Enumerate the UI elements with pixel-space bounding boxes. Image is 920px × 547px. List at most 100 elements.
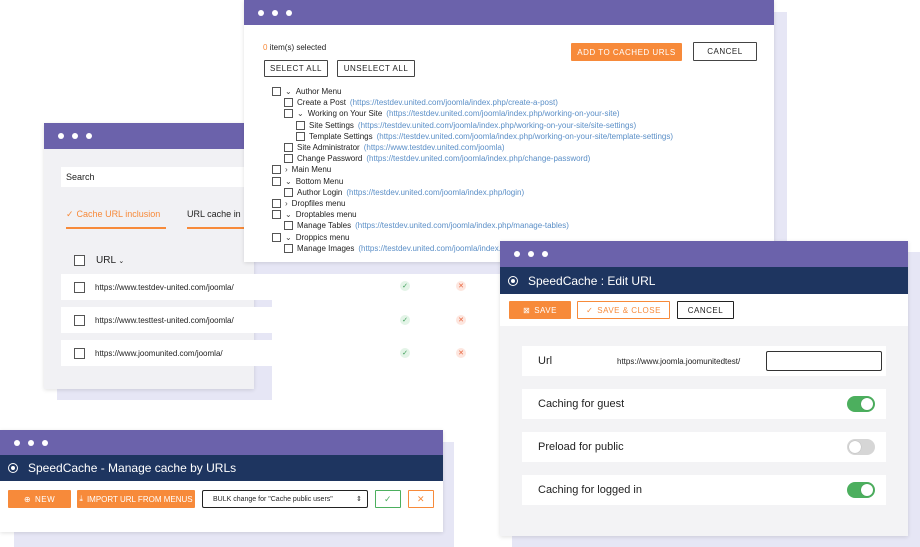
chevron-down-icon[interactable]: ⌄ — [297, 109, 304, 118]
close-icon[interactable]: ✕ — [456, 315, 466, 325]
table-row: https://www.testtest-united.com/joomla/ — [61, 307, 254, 333]
speedcache-logo-icon — [508, 275, 518, 286]
row-checkbox[interactable] — [74, 347, 85, 359]
menu-selection-window: 0 item(s) selected ADD TO CACHED URLS CA… — [244, 0, 774, 262]
menu-tree-item[interactable]: ⌄ Working on Your Site (https://testdev.un… — [284, 109, 620, 119]
menu-tree-item[interactable]: Manage Tables (https://testdev.united.com… — [284, 221, 569, 231]
menu-item-checkbox[interactable] — [272, 232, 281, 242]
menu-tree-item[interactable]: Manage Images (https://testdev.united.com… — [284, 243, 537, 253]
row-checkbox[interactable] — [74, 314, 85, 326]
menu-item-checkbox[interactable] — [284, 221, 293, 231]
menu-item-checkbox[interactable] — [296, 120, 305, 130]
select-all-button[interactable]: SELECT ALL — [264, 60, 328, 77]
menu-tree-item[interactable]: ⌄ Droptables menu — [272, 210, 357, 220]
menu-tree-item[interactable]: ⌄ Bottom Menu — [272, 176, 344, 186]
window-titlebar — [0, 430, 443, 455]
unselect-all-button[interactable]: UNSELECT ALL — [337, 60, 415, 77]
menu-item-url: (https://testdev.united.com/joomla/index… — [346, 187, 525, 197]
menu-item-url: (https://testdev.united.com/joomla/index… — [386, 109, 620, 119]
apply-bulk-button[interactable]: ✓ — [375, 490, 401, 508]
menu-item-label: Author Login — [297, 187, 343, 197]
updown-chevron-icon: ⇕ — [356, 496, 362, 503]
save-button[interactable]: ⊠ SAVE — [509, 301, 571, 319]
menu-tree-item[interactable]: ⌄ Droppics menu — [272, 232, 350, 242]
menu-item-label: Working on Your Site — [307, 109, 383, 119]
url-row: Url https://www.joomla.joomunitedtest/ — [522, 346, 886, 376]
speedcache-logo-icon — [8, 463, 18, 473]
new-button[interactable]: ⊕ NEW — [8, 490, 71, 508]
caching-guest-toggle[interactable] — [847, 396, 875, 412]
tab-cache-url-inclusion[interactable]: ✓ Cache URL inclusion — [66, 209, 166, 229]
chevron-right-icon[interactable]: › — [285, 199, 288, 208]
chevron-down-icon[interactable]: ⌄ — [285, 87, 292, 96]
menu-tree-item[interactable]: ⌄ Author Menu — [272, 87, 342, 96]
close-icon[interactable]: ✕ — [456, 348, 466, 358]
check-icon[interactable]: ✓ — [400, 315, 410, 325]
menu-item-checkbox[interactable] — [284, 187, 293, 197]
url-input[interactable] — [766, 351, 882, 371]
menu-item-label: Droptables menu — [295, 210, 357, 220]
row-checkbox[interactable] — [74, 281, 85, 293]
setting-caching-logged-in: Caching for logged in — [522, 475, 886, 505]
chevron-down-icon[interactable]: ⌄ — [285, 210, 292, 219]
select-all-checkbox[interactable] — [74, 255, 85, 266]
edit-url-window: SpeedCache : Edit URL ⊠ SAVE ✓ SAVE & CL… — [500, 241, 908, 536]
save-icon: ⊠ — [523, 305, 531, 315]
menu-item-checkbox[interactable] — [272, 165, 281, 175]
menu-item-checkbox[interactable] — [284, 109, 293, 119]
cancel-bulk-button[interactable]: ✕ — [408, 490, 434, 508]
menu-tree-item[interactable]: Change Password (https://testdev.united.c… — [284, 154, 590, 164]
menu-item-checkbox[interactable] — [284, 243, 293, 253]
close-icon[interactable]: ✕ — [456, 281, 466, 291]
button-label: SAVE — [534, 305, 557, 315]
menu-tree-item[interactable]: › Main Menu — [272, 165, 331, 175]
menu-tree-item[interactable]: › Dropfiles menu — [272, 199, 345, 208]
window-dot — [542, 251, 548, 257]
table-row: https://www.testdev-united.com/joomla/ — [61, 274, 254, 300]
import-url-from-menus-button[interactable]: ⤓ IMPORT URL FROM MENUS — [77, 490, 195, 508]
button-label: CANCEL — [687, 305, 724, 315]
menu-item-checkbox[interactable] — [296, 131, 305, 141]
menu-item-checkbox[interactable] — [272, 199, 281, 208]
menu-item-checkbox[interactable] — [272, 176, 281, 186]
bulk-change-select[interactable]: BULK change for "Cache public users" ⇕ — [202, 490, 368, 508]
manage-cache-window: SpeedCache - Manage cache by URLs ⊕ NEW … — [0, 430, 443, 532]
menu-item-checkbox[interactable] — [272, 210, 281, 220]
cancel-button[interactable]: CANCEL — [693, 42, 757, 61]
search-input[interactable]: Search — [61, 167, 254, 187]
cancel-button[interactable]: CANCEL — [677, 301, 734, 319]
check-icon[interactable]: ✓ — [400, 281, 410, 291]
button-label: ADD TO CACHED URLS — [577, 47, 676, 57]
window-dot — [286, 9, 292, 16]
menu-item-label: Bottom Menu — [295, 176, 344, 186]
menu-item-label: Dropfiles menu — [291, 199, 346, 208]
menu-tree-item[interactable]: Template Settings (https://testdev.united… — [296, 131, 674, 141]
menu-item-checkbox[interactable] — [284, 143, 293, 152]
window-dot — [272, 9, 278, 16]
menu-tree-item[interactable]: Create a Post (https://testdev.united.com… — [284, 98, 558, 108]
add-to-cached-urls-button[interactable]: ADD TO CACHED URLS — [571, 43, 682, 61]
save-and-close-button[interactable]: ✓ SAVE & CLOSE — [577, 301, 670, 319]
chevron-down-icon[interactable]: ⌄ — [285, 233, 292, 242]
plus-circle-icon: ⊕ — [23, 494, 32, 504]
menu-tree-item[interactable]: Author Login (https://testdev.united.com/… — [284, 187, 525, 197]
setting-label: Preload for public — [538, 441, 624, 453]
search-label: Search — [66, 172, 95, 182]
menu-item-checkbox[interactable] — [272, 87, 281, 96]
row-url: https://www.testdev-united.com/joomla/ — [95, 282, 234, 292]
menu-tree-item[interactable]: Site Settings (https://testdev.united.com… — [296, 120, 637, 130]
chevron-right-icon[interactable]: › — [285, 165, 288, 174]
preload-public-toggle[interactable] — [847, 439, 875, 455]
window-titlebar — [500, 241, 908, 267]
check-icon[interactable]: ✓ — [400, 348, 410, 358]
caching-logged-in-toggle[interactable] — [847, 482, 875, 498]
menu-tree-item[interactable]: Site Administrator (https://www.testdev.u… — [284, 143, 505, 152]
menu-item-url: (https://testdev.united.com/joomla/index… — [357, 120, 637, 130]
button-label: SELECT ALL — [270, 64, 322, 73]
menu-item-checkbox[interactable] — [284, 98, 293, 108]
close-icon: ✕ — [416, 493, 426, 504]
chevron-down-icon[interactable]: ⌄ — [285, 177, 292, 186]
menu-item-url: (https://testdev.united.com/joomla/index… — [376, 131, 674, 141]
menu-item-checkbox[interactable] — [284, 154, 293, 164]
column-url[interactable]: URL ⌄ — [96, 255, 124, 266]
